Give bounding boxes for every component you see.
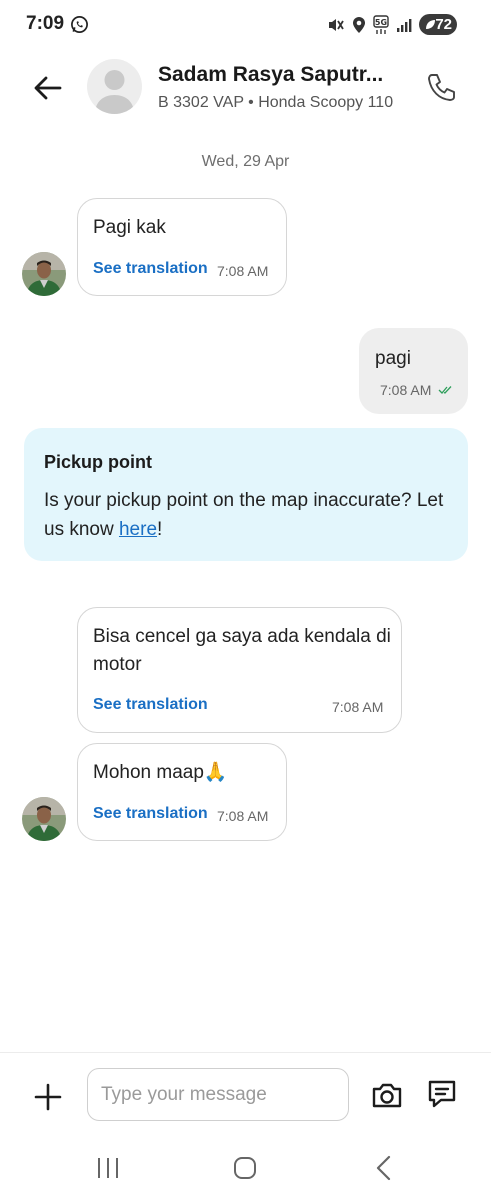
- mute-vibrate-icon: [329, 18, 344, 31]
- pickup-card-title: Pickup point: [44, 452, 152, 472]
- driver-avatar[interactable]: [87, 59, 142, 114]
- message-bubble-outgoing[interactable]: pagi 7:08 AM: [359, 328, 468, 414]
- message-input[interactable]: [87, 1068, 349, 1121]
- message-text: pagi: [375, 348, 411, 369]
- arrow-left-icon[interactable]: [30, 70, 66, 106]
- 5g-icon: 5G: [373, 14, 389, 34]
- status-time: 7:09: [26, 13, 65, 34]
- pickup-card-body: Is your pickup point on the map inaccura…: [44, 486, 454, 544]
- see-translation-link[interactable]: See translation: [93, 696, 208, 714]
- message-text: Mohon maap🙏: [93, 762, 228, 783]
- status-icons: 5G 72: [327, 14, 457, 35]
- message-time: 7:08 AM: [217, 808, 269, 824]
- home-icon[interactable]: [233, 1156, 257, 1180]
- driver-name: Sadam Rasya Saputr...: [158, 63, 384, 86]
- camera-icon[interactable]: [370, 1078, 404, 1112]
- chat-template-icon[interactable]: [425, 1077, 459, 1111]
- pickup-point-card: Pickup point Is your pickup point on the…: [24, 428, 468, 561]
- driver-photo-avatar[interactable]: [22, 797, 66, 841]
- pickup-report-link[interactable]: here: [119, 519, 157, 540]
- see-translation-link[interactable]: See translation: [93, 260, 208, 278]
- plus-icon[interactable]: [32, 1081, 64, 1113]
- location-icon: [353, 16, 365, 33]
- message-bubble-incoming[interactable]: Bisa cencel ga saya ada kendala di motor…: [77, 607, 402, 733]
- message-bubble-incoming[interactable]: Mohon maap🙏 See translation 7:08 AM: [77, 743, 287, 841]
- power-saving-icon: [426, 20, 435, 29]
- message-time: 7:08 AM: [332, 699, 384, 715]
- message-composer: [0, 1052, 491, 1138]
- driver-photo-avatar[interactable]: [22, 252, 66, 296]
- chat-header: Sadam Rasya Saputr... B 3302 VAP • Honda…: [0, 50, 491, 130]
- pickup-card-text-end: !: [157, 519, 163, 540]
- date-separator: Wed, 29 Apr: [201, 153, 290, 170]
- message-text: Pagi kak: [93, 217, 166, 238]
- message-time: 7:08 AM: [217, 263, 269, 279]
- recents-icon[interactable]: [96, 1157, 120, 1179]
- battery-level: 72: [435, 16, 452, 33]
- person-placeholder-icon: [95, 70, 134, 114]
- see-translation-link[interactable]: See translation: [93, 805, 208, 823]
- message-time: 7:08 AM: [380, 382, 432, 398]
- system-back-icon[interactable]: [374, 1155, 392, 1181]
- read-ticks-icon: [438, 386, 452, 394]
- system-nav-bar: [0, 1138, 491, 1200]
- signal-icon: [397, 18, 412, 32]
- status-bar: 7:09 5G 72: [0, 0, 491, 50]
- message-text: Bisa cencel ga saya ada kendala di motor: [93, 626, 391, 675]
- battery-indicator: 72: [419, 14, 457, 35]
- svg-text:5G: 5G: [375, 18, 387, 27]
- phone-icon[interactable]: [424, 70, 460, 106]
- vehicle-info: B 3302 VAP • Honda Scoopy 110: [158, 94, 394, 111]
- pickup-card-text: Is your pickup point on the map inaccura…: [44, 490, 444, 540]
- whatsapp-icon: [71, 16, 88, 33]
- message-bubble-incoming[interactable]: Pagi kak See translation 7:08 AM: [77, 198, 287, 296]
